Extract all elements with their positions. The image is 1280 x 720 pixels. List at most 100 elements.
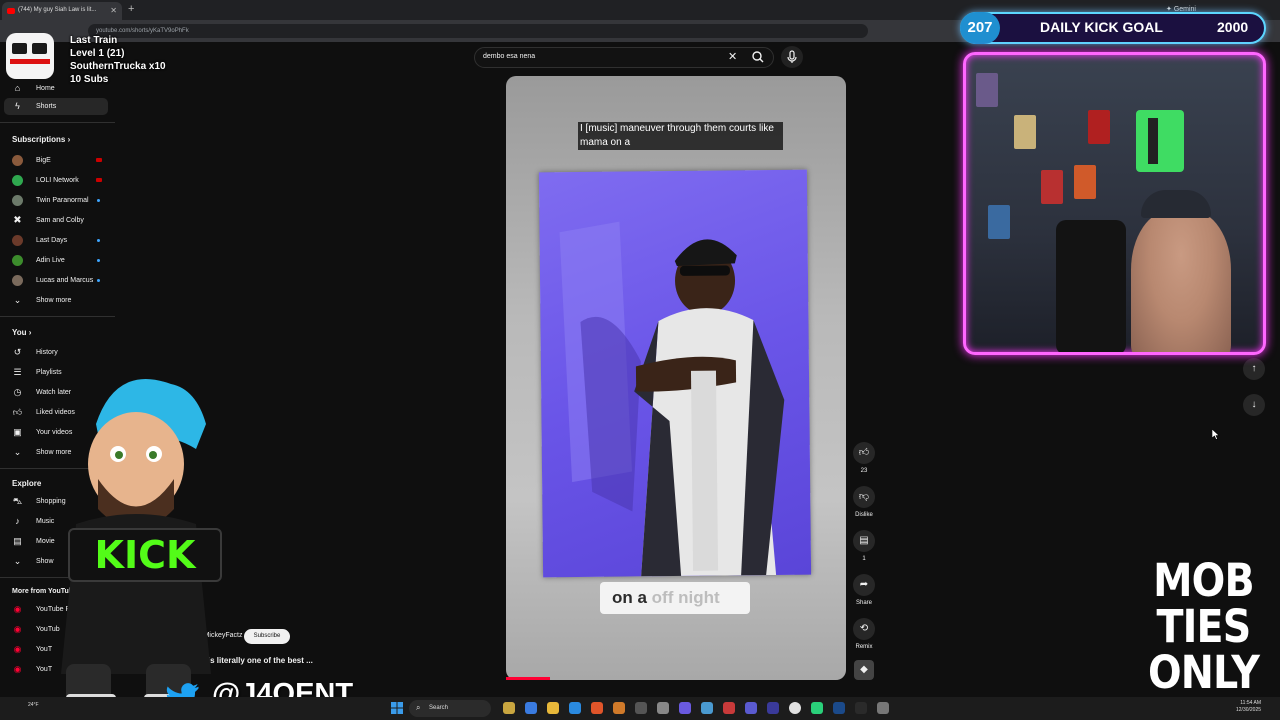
chevron-down-icon: ⌄ bbox=[13, 295, 22, 305]
steam-icon[interactable] bbox=[833, 702, 845, 714]
subscription-item[interactable]: ✖ Sam and Colby bbox=[4, 212, 108, 229]
subscription-label: Twin Paranormal bbox=[36, 197, 89, 204]
new-content-dot-icon bbox=[97, 239, 100, 242]
taskbar-app-icon[interactable] bbox=[745, 702, 757, 714]
taskbar-app-icon[interactable] bbox=[701, 702, 713, 714]
you-header[interactable]: You › bbox=[12, 328, 31, 337]
sidebar-item-history[interactable]: ↺ History bbox=[4, 344, 108, 361]
subscription-label: LOLI Network bbox=[36, 177, 79, 184]
dislike-label: Dislike bbox=[855, 512, 873, 518]
like-count: 23 bbox=[860, 468, 868, 474]
address-bar[interactable]: youtube.com/shorts/yKaTV9oPhFk bbox=[88, 24, 868, 38]
subscription-label: Last Days bbox=[36, 237, 68, 244]
lyric-upcoming: off night bbox=[651, 588, 720, 607]
new-tab-icon[interactable]: + bbox=[128, 3, 134, 15]
chevron-down-icon: ⌄ bbox=[13, 447, 22, 457]
remix-label: Remix bbox=[855, 644, 873, 650]
train-level: Level 1 (21) bbox=[70, 48, 125, 59]
taskbar-app-icon[interactable] bbox=[679, 702, 691, 714]
last-train-title: Last Train bbox=[70, 35, 118, 46]
windows-start-icon[interactable] bbox=[391, 702, 403, 714]
share-button[interactable]: ➦ bbox=[853, 574, 875, 596]
taskbar-clock[interactable]: 11:54 AM 12/30/2025 bbox=[1236, 700, 1261, 714]
poster bbox=[1014, 115, 1036, 149]
train-window-right bbox=[32, 43, 47, 54]
dislike-button[interactable]: 👎︎ bbox=[853, 486, 875, 508]
shorts-icon: ϟ bbox=[15, 101, 20, 111]
previous-short-button[interactable]: ↑ bbox=[1243, 358, 1265, 380]
taskbar-app-icon[interactable] bbox=[503, 702, 515, 714]
search-icon: ⌕ bbox=[416, 703, 421, 712]
show-more-label: Show more bbox=[36, 297, 72, 304]
subscription-item[interactable]: BigE bbox=[4, 152, 108, 169]
rapper-figure-image bbox=[559, 221, 785, 577]
goal-current-count: 207 bbox=[960, 12, 1000, 44]
sidebar-item-shorts[interactable]: ϟ Shorts bbox=[4, 98, 108, 115]
remix-button[interactable]: ⟲ bbox=[853, 618, 875, 640]
comments-button[interactable]: ▤ bbox=[853, 530, 875, 552]
clock-date: 12/30/2025 bbox=[1236, 707, 1262, 713]
youtube-kids-icon: ◉ bbox=[13, 664, 22, 674]
video-progress-bar[interactable] bbox=[506, 677, 551, 680]
subscription-item[interactable]: Adin Live bbox=[4, 252, 108, 269]
avatar bbox=[12, 235, 23, 246]
microphone-icon[interactable] bbox=[781, 46, 803, 68]
sound-button[interactable]: ◆ bbox=[854, 660, 874, 680]
firefox-icon[interactable] bbox=[591, 702, 603, 714]
mob-line: TIES bbox=[1156, 600, 1252, 653]
search-icon[interactable] bbox=[748, 48, 768, 66]
arrow-up-icon: ↑ bbox=[1251, 363, 1257, 374]
youtube-studio-icon: ◉ bbox=[13, 624, 22, 634]
mob-line: MOB bbox=[1153, 554, 1255, 607]
next-short-button[interactable]: ↓ bbox=[1243, 394, 1265, 416]
avatar bbox=[12, 155, 23, 166]
chevron-down-icon: ⌄ bbox=[13, 556, 22, 566]
arrow-down-icon: ↓ bbox=[1251, 399, 1257, 410]
like-button[interactable]: 👍︎ bbox=[853, 442, 875, 464]
taskbar-app-icon[interactable] bbox=[811, 702, 823, 714]
playlists-icon: ☰ bbox=[13, 367, 22, 377]
subscription-item[interactable]: LOLI Network bbox=[4, 172, 108, 189]
taskbar-app-icon[interactable] bbox=[525, 702, 537, 714]
train-top-contributor: SouthernTrucka x10 bbox=[70, 61, 166, 72]
subscription-label: BigE bbox=[36, 157, 51, 164]
file-explorer-icon[interactable] bbox=[547, 702, 559, 714]
subscriptions-header[interactable]: Subscriptions › bbox=[12, 135, 70, 144]
taskbar-app-icon[interactable] bbox=[613, 702, 625, 714]
goal-title: DAILY KICK GOAL bbox=[1040, 19, 1163, 35]
subscription-item[interactable]: Twin Paranormal bbox=[4, 192, 108, 209]
lyric-sung: on a bbox=[612, 588, 652, 607]
train-stripe bbox=[10, 59, 50, 64]
x-avatar-icon: ✖ bbox=[13, 215, 22, 226]
clear-search-icon[interactable]: ✕ bbox=[728, 50, 737, 63]
subscription-item[interactable]: Lucas and Marcus bbox=[4, 272, 108, 289]
close-tab-icon[interactable]: ✕ bbox=[110, 6, 117, 15]
avatar bbox=[12, 255, 23, 266]
taskbar-app-icon[interactable] bbox=[723, 702, 735, 714]
lyric-overlay: on a off night bbox=[600, 582, 750, 614]
taskbar-search[interactable]: ⌕ Search bbox=[409, 700, 491, 717]
subscription-label: Lucas and Marcus bbox=[36, 277, 94, 284]
new-content-dot-icon bbox=[97, 199, 100, 202]
live-indicator-icon bbox=[96, 178, 102, 182]
taskbar-app-icon[interactable] bbox=[855, 702, 867, 714]
taskbar-app-icon[interactable] bbox=[569, 702, 581, 714]
subscription-item[interactable]: Last Days bbox=[4, 232, 108, 249]
taskbar-app-icon[interactable] bbox=[657, 702, 669, 714]
settings-gear-icon[interactable] bbox=[877, 702, 889, 714]
subscribe-button[interactable]: Subscribe bbox=[244, 629, 290, 644]
weather-widget[interactable]: 24°F bbox=[28, 702, 39, 708]
train-subs-count: 10 Subs bbox=[70, 74, 109, 85]
mob-ties-only-logo: MOB TIES ONLY bbox=[1148, 554, 1260, 699]
chrome-icon[interactable] bbox=[789, 702, 801, 714]
browser-tab[interactable]: (744) My guy Siah Law is lit... ✕ bbox=[2, 2, 122, 20]
mob-line: ONLY bbox=[1148, 646, 1260, 699]
webcam-frame bbox=[963, 52, 1266, 355]
taskbar-app-icon[interactable] bbox=[767, 702, 779, 714]
taskbar-app-icon[interactable] bbox=[635, 702, 647, 714]
music-note-icon: ♪ bbox=[15, 516, 20, 526]
history-icon: ↺ bbox=[13, 347, 22, 357]
show-more-button[interactable]: ⌄ Show more bbox=[4, 292, 108, 309]
divider bbox=[0, 122, 115, 123]
share-arrow-icon: ➦ bbox=[859, 579, 869, 590]
